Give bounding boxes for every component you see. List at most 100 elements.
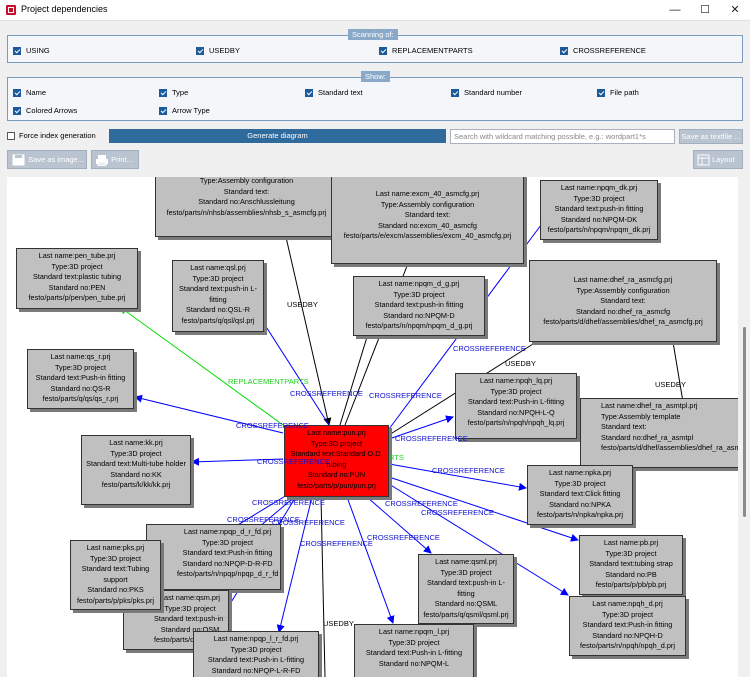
node-text-line: Standard text:push-in L-fitting xyxy=(179,284,257,304)
node-npqh-d[interactable]: Last name:npqh_d.prj Type:3D project Stand… xyxy=(569,596,686,656)
node-text-line: Last name:pb.prj xyxy=(603,538,659,547)
node-excm[interactable]: Last name:excm_40_asmcfg.prj Type:Assembl… xyxy=(331,177,524,264)
node-text-line: Standard no:NPQH-L-Q xyxy=(477,407,555,417)
node-text-line: Standard no:dhef_ra_asmcfg xyxy=(575,306,671,316)
node-nhsb[interactable]: Type:Assembly configuration Standard text… xyxy=(155,177,338,237)
node-text-line: festo/parts/n/npqh/npqh_lq.prj xyxy=(467,418,565,427)
edge-label-crossreference: CROSSREFERENCE xyxy=(395,434,468,443)
standard-text-label: Standard text xyxy=(318,88,363,97)
node-npqp-d-r-fd[interactable]: Last name:npqp_d_r_fd.prj Type:3D project… xyxy=(146,524,281,590)
generate-diagram-button[interactable]: Generate diagram xyxy=(109,129,446,143)
maximize-button[interactable]: ☐ xyxy=(690,0,720,20)
edge-label-crossreference: CROSSREFERENCE xyxy=(385,499,458,508)
name-checkbox[interactable] xyxy=(13,89,21,97)
node-text-line: Type:3D project xyxy=(54,362,107,372)
node-text-line: Type:3D project xyxy=(490,386,542,396)
replacementparts-checkbox[interactable] xyxy=(379,47,387,55)
standard-text-checkbox[interactable] xyxy=(305,89,313,97)
node-text-line: festo/parts/p/pun/pun.prj xyxy=(297,480,376,490)
node-text-line: Last name:npka.prj xyxy=(548,468,612,477)
node-text-line: Type:3D project xyxy=(605,548,657,558)
node-text-line: festo/parts/n/npka/npka.prj xyxy=(537,510,623,519)
node-text-line: Standard text:Push-in L-fitting xyxy=(207,655,305,664)
crossreference-checkbox[interactable] xyxy=(560,47,568,55)
scanning-title: Scanning of: xyxy=(348,29,398,40)
show-group xyxy=(7,77,743,121)
layout-icon xyxy=(697,154,710,166)
node-dhef-asmcfg[interactable]: Last name:dhef_ra_asmcfg.prj Type:Assembl… xyxy=(529,260,717,342)
name-label: Name xyxy=(26,88,47,97)
layout-button[interactable]: Layout xyxy=(693,150,743,169)
node-text-line: Standard text:Push-in fitting xyxy=(582,620,673,629)
minimize-button[interactable]: — xyxy=(660,0,690,20)
node-npqp-l-r-fd[interactable]: Last name:npqp_l_r_fd.prj Type:3D project… xyxy=(193,631,319,677)
type-label: Type xyxy=(172,88,189,97)
node-text-line: Type:3D project xyxy=(440,567,492,577)
node-text-line: Standard text:plastic tubing xyxy=(32,272,122,281)
node-text-line: Standard no:PKS xyxy=(87,585,144,594)
arrow-type-checkbox[interactable] xyxy=(159,107,167,115)
node-text-line: Type:3D project xyxy=(51,261,103,271)
save-as-image-button[interactable]: Save as image... xyxy=(7,150,87,169)
close-button[interactable]: ✕ xyxy=(720,0,750,20)
node-text-line: Standard no:PEN xyxy=(48,282,106,292)
edge-label-crossreference: CROSSREFERENCE xyxy=(257,457,330,466)
node-text-line: Standard no:NPQP-D-R-FD xyxy=(182,558,273,568)
node-qs-r[interactable]: Last name:qs_r.prj Type:3D project Standar… xyxy=(27,349,134,409)
file-path-checkbox[interactable] xyxy=(597,89,605,97)
node-text-line: Standard no:NPQM-DK xyxy=(560,214,638,224)
save-as-textfile-button[interactable]: Save as textfile ... xyxy=(679,129,743,144)
node-text-line: Standard text: xyxy=(600,296,646,305)
node-text-line: Standard text:tubing strap xyxy=(589,559,673,568)
edge-label-usedby: USEDBY xyxy=(505,359,536,368)
node-text-line: Standard text:Push-in fitting xyxy=(35,373,126,382)
edge-label-crossreference: CROSSREFERENCE xyxy=(432,466,505,475)
colored-arrows-checkbox[interactable] xyxy=(13,107,21,115)
print-label: Print... xyxy=(111,155,133,164)
edge-usedby-dhefmpl xyxy=(667,334,684,403)
node-text-line: Type:3D project xyxy=(89,553,142,563)
node-text-line: Type:3D project xyxy=(192,273,244,283)
force-index-checkbox[interactable] xyxy=(7,132,15,140)
show-title: Show: xyxy=(361,71,390,82)
node-pen-tube[interactable]: Last name:pen_tube.prj Type:3D project Sta… xyxy=(16,248,138,309)
node-text-line: Standard no:NPQM-D xyxy=(383,310,455,320)
using-checkbox[interactable] xyxy=(13,47,21,55)
usedby-checkbox[interactable] xyxy=(196,47,204,55)
search-input[interactable]: Search with wildcard matching possible, … xyxy=(450,129,675,144)
node-text-line: Type:3D project xyxy=(164,603,216,613)
node-pks[interactable]: Last name:pks.prj Type:3D project Standard… xyxy=(70,540,161,610)
node-npka[interactable]: Last name:npka.prj Type:3D project Standar… xyxy=(527,465,633,525)
scrollbar-thumb[interactable] xyxy=(743,327,746,517)
node-text-line: Standard no:dhef_ra_asmtpl xyxy=(601,432,694,442)
type-checkbox[interactable] xyxy=(159,89,167,97)
node-npqm-dg[interactable]: Last name:npqm_d_g.prj Type:3D project Sta… xyxy=(353,276,485,336)
node-qsl[interactable]: Last name:qsl.prj Type:3D project Standard… xyxy=(172,260,264,332)
node-kk[interactable]: Last name:kk.prj Type:3D project Standard … xyxy=(81,435,191,505)
node-text-line: Standard text: xyxy=(404,210,451,219)
standard-number-checkbox[interactable] xyxy=(451,89,459,97)
node-text-line: festo/parts/d/dhef/assemblies/dhef_ra_as… xyxy=(601,443,738,452)
node-text-line: Type:Assembly template xyxy=(601,411,681,421)
edge-label-replacementparts: REPLACEMENTPARTS xyxy=(228,377,309,386)
node-text-line: festo/parts/p/pb/pb.prj xyxy=(595,580,667,589)
crossreference-label: CROSSREFERENCE xyxy=(573,46,646,55)
node-text-line: festo/parts/e/excm/assemblies/excm_40_as… xyxy=(343,231,512,240)
diagram-canvas[interactable]: Type:Assembly configuration Standard text… xyxy=(7,177,738,677)
print-button[interactable]: Print... xyxy=(91,150,139,169)
force-index-label: Force index generation xyxy=(19,131,96,140)
diagram-scrollbar[interactable] xyxy=(739,177,750,677)
node-text-line: festo/parts/n/npqp/npqp_d_r_fd.prj xyxy=(177,569,278,578)
node-text-line: Type:Assembly configuration xyxy=(380,199,475,209)
node-pb[interactable]: Last name:pb.prj Type:3D project Standard … xyxy=(579,535,683,595)
node-text-line: Standard no:PB xyxy=(605,569,657,579)
node-npqm-dk[interactable]: Last name:npqm_dk.prj Type:3D project Stan… xyxy=(540,180,658,240)
edge-label-crossreference: CROSSREFERENCE xyxy=(227,515,300,524)
node-npqh-lq[interactable]: Last name:npqh_lq.prj Type:3D project Stan… xyxy=(455,373,577,439)
layout-label: Layout xyxy=(712,155,735,164)
node-text-line: Last name:dhef_ra_asmtpl.prj xyxy=(601,401,698,410)
app-icon xyxy=(6,5,16,15)
node-dhef-asmtpl[interactable]: Last name:dhef_ra_asmtpl.prj Type:Assembl… xyxy=(580,398,738,468)
node-qsml[interactable]: Last name:qsml.prj Type:3D project Standar… xyxy=(418,554,514,624)
node-npqm-l[interactable]: Last name:npqm_l.prj Type:3D project Stand… xyxy=(354,624,474,677)
